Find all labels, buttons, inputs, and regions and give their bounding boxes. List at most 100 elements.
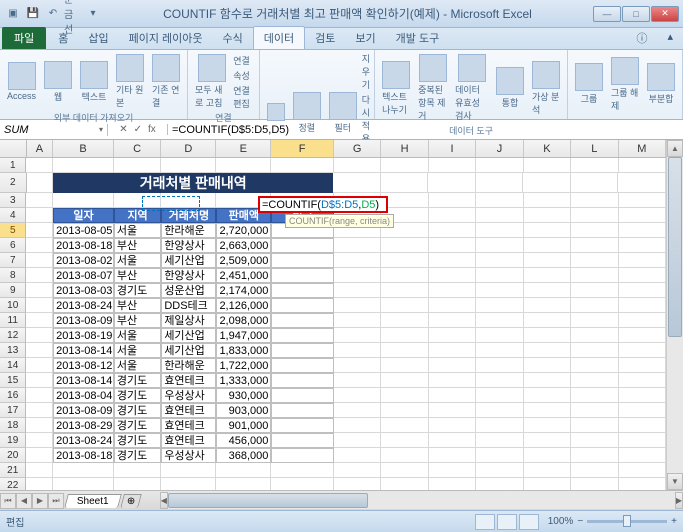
cell[interactable] — [26, 478, 53, 490]
cell-date[interactable]: 2013-08-19 — [53, 328, 114, 343]
row-header[interactable]: 18 — [0, 418, 26, 433]
row-header[interactable]: 13 — [0, 343, 26, 358]
row-header[interactable]: 10 — [0, 298, 26, 313]
cell-amount[interactable]: 1,722,000 — [216, 358, 271, 373]
cell[interactable] — [26, 193, 53, 208]
cell[interactable] — [429, 358, 476, 373]
cell[interactable] — [476, 403, 523, 418]
cell[interactable] — [161, 193, 216, 208]
remove-dup-button[interactable]: 중복된 항목 제거 — [415, 52, 450, 124]
cell[interactable] — [53, 158, 114, 173]
cell[interactable] — [381, 193, 428, 208]
col-header[interactable]: M — [619, 140, 666, 157]
cell-region[interactable]: 서울 — [114, 223, 161, 238]
row-header[interactable]: 9 — [0, 283, 26, 298]
horizontal-scrollbar[interactable]: ◀ ▶ — [160, 492, 683, 509]
cell[interactable] — [619, 298, 666, 313]
cell[interactable] — [161, 478, 216, 490]
zoom-out-icon[interactable]: − — [577, 516, 583, 527]
cell[interactable] — [334, 433, 381, 448]
cell[interactable] — [524, 328, 571, 343]
cell[interactable] — [571, 313, 618, 328]
cell[interactable] — [429, 193, 476, 208]
cell-note[interactable] — [271, 238, 334, 253]
cell[interactable] — [476, 358, 523, 373]
cell[interactable] — [476, 463, 523, 478]
cell[interactable] — [476, 223, 523, 238]
vertical-scrollbar[interactable]: ▲ ▼ — [666, 140, 683, 490]
cell-amount[interactable]: 2,098,000 — [216, 313, 271, 328]
cell-date[interactable]: 2013-08-24 — [53, 433, 114, 448]
cell[interactable] — [381, 313, 428, 328]
cell[interactable] — [571, 448, 618, 463]
cell[interactable] — [381, 298, 428, 313]
cell-date[interactable]: 2013-08-05 — [53, 223, 114, 238]
cell-client[interactable]: 우성상사 — [161, 388, 216, 403]
cell[interactable] — [476, 268, 523, 283]
cell[interactable] — [114, 463, 161, 478]
cell-region[interactable]: 경기도 — [114, 388, 161, 403]
cell[interactable] — [476, 313, 523, 328]
cell[interactable] — [619, 283, 666, 298]
table-header[interactable]: 일자 — [53, 208, 114, 223]
cell[interactable] — [571, 403, 618, 418]
tab-pagelayout[interactable]: 페이지 레이아웃 — [119, 27, 213, 49]
row-header[interactable]: 4 — [0, 208, 26, 223]
cell[interactable] — [334, 388, 381, 403]
cell[interactable] — [381, 388, 428, 403]
tab-view[interactable]: 보기 — [345, 27, 385, 49]
cell[interactable] — [524, 193, 571, 208]
col-header[interactable]: C — [114, 140, 161, 157]
from-web-button[interactable]: 웹 — [41, 59, 75, 105]
cell[interactable] — [381, 373, 428, 388]
cell[interactable] — [524, 253, 571, 268]
cell[interactable] — [381, 268, 428, 283]
cell-note[interactable] — [271, 358, 334, 373]
cell[interactable] — [334, 418, 381, 433]
col-header[interactable]: D — [161, 140, 216, 157]
cell[interactable] — [161, 158, 216, 173]
cell-date[interactable]: 2013-08-24 — [53, 298, 114, 313]
cell[interactable] — [381, 403, 428, 418]
tab-nav-prev-icon[interactable]: ◀ — [16, 493, 32, 509]
cell-client[interactable]: 효연테크 — [161, 373, 216, 388]
cell[interactable] — [524, 478, 571, 490]
cell-region[interactable]: 부산 — [114, 268, 161, 283]
cell[interactable] — [619, 403, 666, 418]
cell[interactable] — [334, 268, 381, 283]
view-normal-icon[interactable] — [475, 514, 495, 530]
row-header[interactable]: 21 — [0, 463, 26, 478]
cell[interactable] — [381, 253, 428, 268]
cell-date[interactable]: 2013-08-12 — [53, 358, 114, 373]
cell[interactable] — [619, 253, 666, 268]
help-icon[interactable]: ⓘ — [626, 27, 657, 49]
cell[interactable] — [429, 448, 476, 463]
cell-date[interactable]: 2013-08-14 — [53, 343, 114, 358]
row-header[interactable]: 7 — [0, 253, 26, 268]
cell-client[interactable]: 한라해운 — [161, 358, 216, 373]
cell-note[interactable] — [271, 433, 334, 448]
cell-region[interactable]: 부산 — [114, 298, 161, 313]
cell[interactable] — [429, 478, 476, 490]
cell[interactable] — [571, 328, 618, 343]
cell[interactable] — [571, 253, 618, 268]
cell-amount[interactable]: 1,947,000 — [216, 328, 271, 343]
cell[interactable] — [26, 463, 53, 478]
row-header[interactable]: 15 — [0, 373, 26, 388]
row-header[interactable]: 6 — [0, 238, 26, 253]
cell-amount[interactable]: 2,509,000 — [216, 253, 271, 268]
cell[interactable] — [334, 253, 381, 268]
cell[interactable] — [429, 223, 476, 238]
text-to-columns-button[interactable]: 텍스트 나누기 — [379, 59, 413, 118]
cell[interactable] — [571, 223, 618, 238]
cell[interactable] — [334, 478, 381, 490]
cell-amount[interactable]: 901,000 — [216, 418, 271, 433]
fx-icon[interactable]: fx — [148, 124, 156, 135]
table-header[interactable]: 지역 — [114, 208, 161, 223]
qat-dropdown-icon[interactable]: ▾ — [84, 5, 102, 23]
cell-amount[interactable]: 2,451,000 — [216, 268, 271, 283]
cell[interactable] — [476, 328, 523, 343]
zoom-thumb[interactable] — [623, 515, 631, 527]
excel-icon[interactable]: ▣ — [4, 5, 22, 23]
cell[interactable] — [619, 268, 666, 283]
